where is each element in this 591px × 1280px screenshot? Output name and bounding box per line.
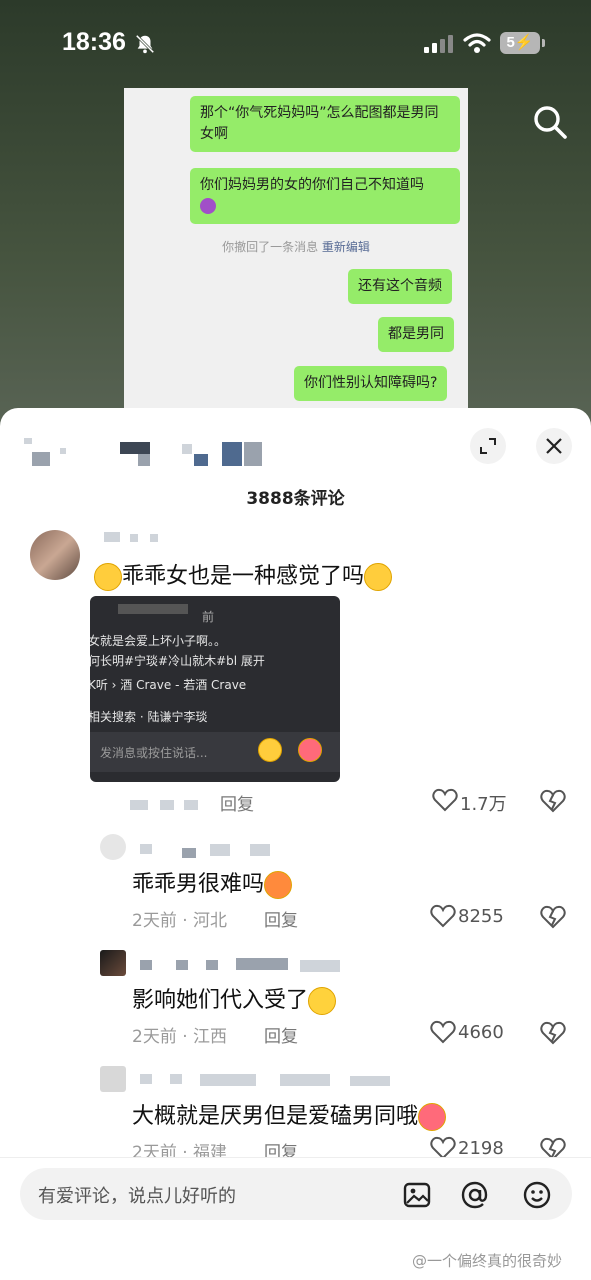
search-icon[interactable] <box>530 102 570 142</box>
comment-input-placeholder: 有爱评论，说点儿好听的 <box>38 1186 236 1207</box>
emoji-icon <box>298 738 322 762</box>
recall-notice: 你撤回了一条消息 重新编辑 <box>124 238 468 255</box>
shot-time: 前 <box>202 610 215 624</box>
chat-bubble: 还有这个音频 <box>348 269 452 304</box>
avatar[interactable] <box>100 834 126 860</box>
shot-line: K听 › 酒 Crave - 若酒 Crave <box>90 678 247 692</box>
battery-level: 5 <box>506 34 515 51</box>
chat-bubble: 那个“你气死妈妈吗”怎么配图都是男同女啊 <box>190 96 460 152</box>
video-chat-screenshot: 那个“你气死妈妈吗”怎么配图都是男同女啊 你们妈妈男的女的你们自己不知道吗 你撤… <box>124 88 468 418</box>
status-time: 18:36 <box>62 28 126 56</box>
shot-line: 女就是会爱上坏小子啊。。 <box>90 634 227 648</box>
emoji-icon[interactable] <box>522 1180 552 1210</box>
laughing-emoji-icon <box>308 987 337 1015</box>
recall-edit-link: 重新编辑 <box>321 240 370 254</box>
comment-text-body: 大概就是厌男但是爱磕男同哦 <box>132 1104 419 1129</box>
broken-heart-icon[interactable] <box>540 904 566 930</box>
at-icon[interactable] <box>460 1180 490 1210</box>
like-count: 4660 <box>458 1022 504 1043</box>
avatar[interactable] <box>30 530 80 580</box>
comment-text-body: 乖乖女也是一种感觉了吗 <box>122 564 365 589</box>
battery-icon: 5⚡ <box>500 32 545 54</box>
rolling-eyes-emoji-icon <box>364 563 393 591</box>
emoji-icon <box>264 871 293 899</box>
comment-text: 影响她们代入受了 <box>132 982 337 1015</box>
avatar[interactable] <box>100 950 126 976</box>
chat-bubble-text: 你们妈妈男的女的你们自己不知道吗 <box>200 177 424 193</box>
broken-heart-icon[interactable] <box>540 788 566 814</box>
emoji-icon <box>200 198 216 214</box>
shot-input: 发消息或按住说话... <box>90 732 340 772</box>
expand-button[interactable] <box>470 428 506 464</box>
image-icon[interactable] <box>402 1180 432 1210</box>
bell-off-icon <box>135 34 155 54</box>
wifi-icon <box>463 33 491 53</box>
recall-text: 你撤回了一条消息 <box>222 240 319 254</box>
reply-button[interactable]: 回复 <box>220 790 254 815</box>
comment-text: 乖乖男很难吗 <box>132 866 293 899</box>
avatar[interactable] <box>100 1066 126 1092</box>
comment-text-body: 影响她们代入受了 <box>132 988 309 1013</box>
chat-bubble: 你们性别认知障碍吗? <box>294 366 448 401</box>
rolling-eyes-emoji-icon <box>94 563 122 591</box>
broken-heart-icon[interactable] <box>540 1020 566 1046</box>
signal-icon <box>424 35 453 53</box>
comment-count: 3888条评论 <box>246 489 345 509</box>
like-count: 2198 <box>458 1138 504 1159</box>
heart-icon[interactable] <box>430 1020 456 1044</box>
status-bar: 18:36 5⚡ <box>0 0 591 88</box>
heart-icon[interactable] <box>430 904 456 928</box>
emoji-icon <box>258 738 282 762</box>
sheet-header <box>0 408 591 478</box>
expand-icon <box>480 438 496 454</box>
shot-line: 相关搜索 · 陆谦宁李琰 <box>90 710 208 724</box>
comment-text: 大概就是厌男但是爱磕男同哦 <box>132 1098 447 1131</box>
comment-sheet: 3888条评论 乖乖女也是一种感觉了吗 前 女就是会爱上坏小子啊。。 何长明#宁… <box>0 408 591 1280</box>
like-count: 1.7万 <box>460 794 507 815</box>
like-count: 8255 <box>458 906 504 927</box>
comment-image[interactable]: 前 女就是会爱上坏小子啊。。 何长明#宁琰#冷山就木#bl 展开 K听 › 酒 … <box>90 596 340 782</box>
shot-input-placeholder: 发消息或按住说话... <box>100 746 208 760</box>
comment-meta: 2天前 · 江西 <box>132 1027 228 1047</box>
heart-icon[interactable] <box>432 788 458 812</box>
chat-bubble: 都是男同 <box>378 317 454 352</box>
comment-meta: 2天前 · 河北 <box>132 911 228 931</box>
close-icon <box>546 438 562 454</box>
watermark: @一个偏终真的很奇妙 <box>412 1252 563 1270</box>
close-button[interactable] <box>536 428 572 464</box>
comment-text-body: 乖乖男很难吗 <box>132 872 265 897</box>
reply-button[interactable]: 回复 <box>264 1022 298 1047</box>
comment-text: 乖乖女也是一种感觉了吗 <box>94 558 393 591</box>
comment-input[interactable]: 有爱评论，说点儿好听的 <box>20 1168 572 1220</box>
reply-button[interactable]: 回复 <box>264 906 298 931</box>
shot-line: 何长明#宁琰#冷山就木#bl 展开 <box>90 654 265 668</box>
heart-eyes-emoji-icon <box>418 1103 447 1131</box>
chat-bubble: 你们妈妈男的女的你们自己不知道吗 <box>190 168 460 224</box>
